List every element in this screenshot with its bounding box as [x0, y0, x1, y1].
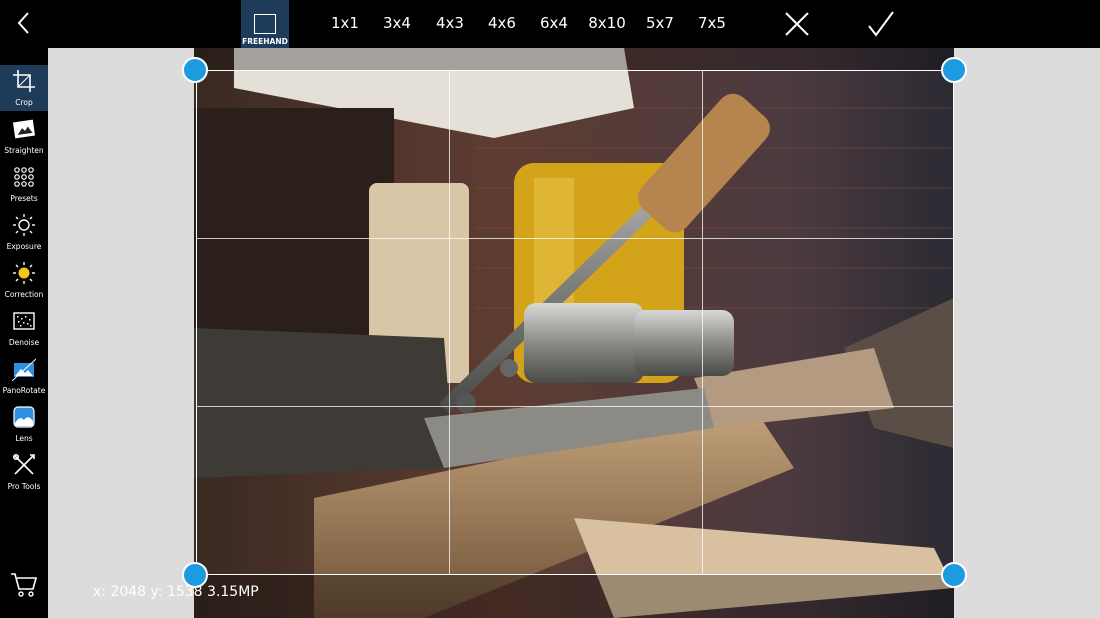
sidebar-item-lens[interactable]: Lens: [0, 401, 48, 447]
sidebar-item-label: Denoise: [8, 338, 40, 347]
sidebar-item-correction[interactable]: Correction: [0, 257, 48, 303]
crop-overlay-top: [194, 48, 954, 70]
lens-icon: [13, 406, 35, 428]
sidebar-item-label: Lens: [15, 434, 33, 443]
back-arrow-icon[interactable]: [10, 8, 40, 38]
crop-handle-bottom-right[interactable]: [941, 562, 967, 588]
top-toolbar: FREEHAND 1x1 3x4 4x3 4x6 6x4 8x10 5x7 7x…: [0, 0, 1100, 48]
image-canvas: [48, 48, 1100, 618]
ratio-3x4-button[interactable]: 3x4: [375, 14, 419, 32]
straighten-icon: [12, 119, 36, 139]
crop-handle-top-right[interactable]: [941, 57, 967, 83]
crop-frame[interactable]: [196, 70, 954, 575]
freehand-square-icon: [254, 14, 276, 34]
correction-icon: [13, 262, 35, 284]
ratio-7x5-button[interactable]: 7x5: [690, 14, 734, 32]
apply-check-icon[interactable]: [866, 10, 896, 38]
sidebar-item-pro-tools[interactable]: Pro Tools: [0, 449, 48, 495]
freehand-button[interactable]: FREEHAND: [241, 0, 289, 48]
crop-icon: [13, 70, 35, 92]
ratio-1x1-button[interactable]: 1x1: [323, 14, 367, 32]
sidebar-item-label: Exposure: [6, 242, 42, 251]
sidebar-item-label: PanoRotate: [2, 386, 46, 395]
tool-sidebar: Crop Straighten Presets Exposure Correct…: [0, 48, 48, 618]
ratio-5x7-button[interactable]: 5x7: [638, 14, 682, 32]
crop-grid-line: [197, 406, 953, 407]
crop-handle-top-left[interactable]: [182, 57, 208, 83]
sidebar-item-exposure[interactable]: Exposure: [0, 209, 48, 255]
image-size-info: x: 2048 y: 1538 3.15MP: [93, 584, 259, 600]
sidebar-item-label: Correction: [4, 290, 44, 299]
crop-grid-line: [197, 238, 953, 239]
ratio-8x10-button[interactable]: 8x10: [585, 14, 629, 32]
sidebar-item-panorotate[interactable]: PanoRotate: [0, 353, 48, 399]
pro-tools-icon: [12, 453, 35, 475]
crop-grid-line: [449, 71, 450, 574]
presets-icon: [14, 167, 34, 187]
sidebar-item-straighten[interactable]: Straighten: [0, 113, 48, 159]
crop-grid-line: [702, 71, 703, 574]
sidebar-item-label: Straighten: [4, 146, 44, 155]
shopping-cart-icon[interactable]: [10, 572, 38, 598]
panorotate-icon: [12, 358, 36, 381]
ratio-4x3-button[interactable]: 4x3: [428, 14, 472, 32]
cancel-x-icon[interactable]: [783, 10, 811, 38]
ratio-4x6-button[interactable]: 4x6: [480, 14, 524, 32]
sidebar-item-label: Crop: [15, 98, 33, 107]
sidebar-item-label: Presets: [10, 194, 38, 203]
crop-overlay-bottom: [194, 575, 954, 618]
sidebar-item-presets[interactable]: Presets: [0, 161, 48, 207]
freehand-label: FREEHAND: [242, 37, 288, 46]
denoise-icon: [13, 312, 35, 330]
sidebar-item-label: Pro Tools: [7, 482, 41, 491]
sidebar-item-denoise[interactable]: Denoise: [0, 305, 48, 351]
ratio-6x4-button[interactable]: 6x4: [532, 14, 576, 32]
exposure-icon: [13, 214, 35, 236]
sidebar-item-crop[interactable]: Crop: [0, 65, 48, 111]
